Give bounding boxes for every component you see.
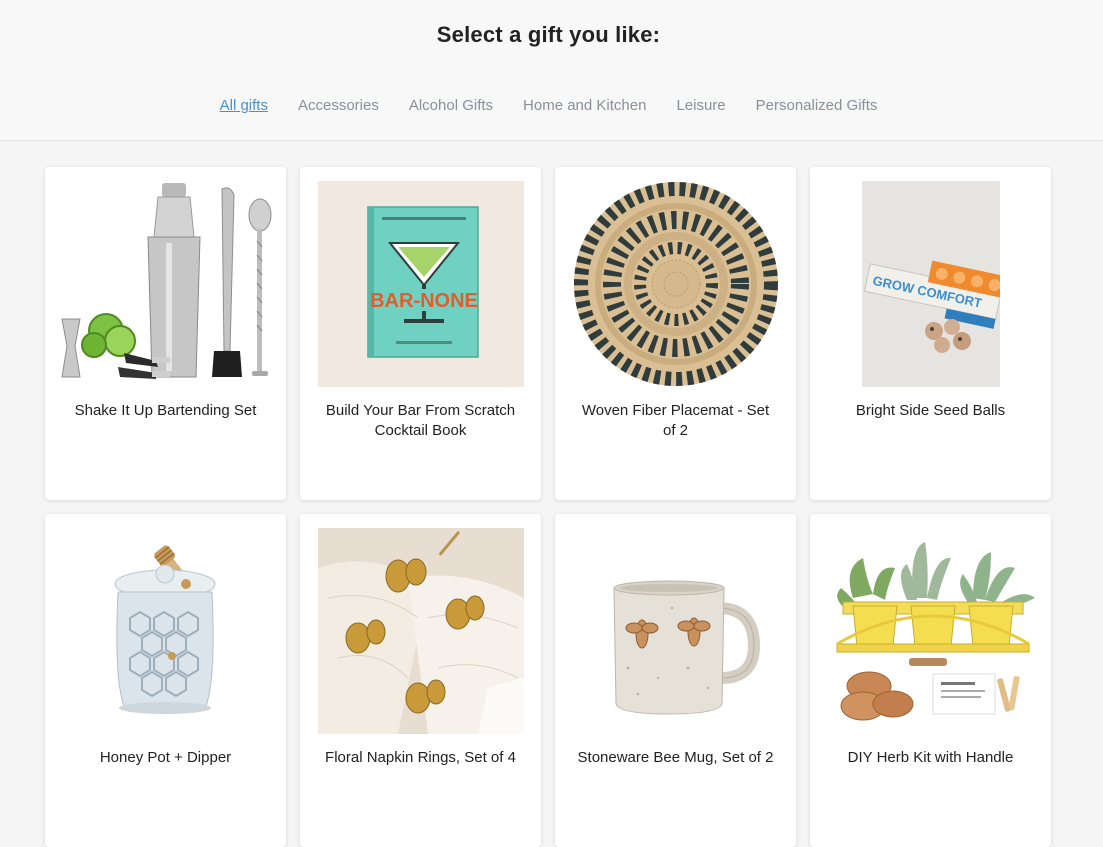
book-cover-title: BAR-NONE bbox=[370, 290, 478, 312]
product-card[interactable]: Stoneware Bee Mug, Set of 2 bbox=[555, 514, 796, 847]
page-title: Select a gift you like: bbox=[436, 22, 661, 47]
bee-mug-image bbox=[568, 528, 783, 734]
product-name: Bright Side Seed Balls bbox=[855, 402, 1006, 419]
product-name: Woven Fiber Placemat - Set of 2 bbox=[581, 402, 770, 439]
cocktail-book-image: BAR-NONE bbox=[313, 181, 528, 387]
tab-alcohol-gifts[interactable]: Alcohol Gifts bbox=[394, 96, 508, 116]
woven-placemat-image bbox=[568, 181, 783, 387]
product-card[interactable]: GROW COMFORT Bright Side Seed Balls bbox=[810, 167, 1051, 500]
product-name: DIY Herb Kit with Handle bbox=[847, 749, 1014, 766]
bartending-set-image bbox=[58, 181, 273, 387]
product-card[interactable]: DIY Herb Kit with Handle bbox=[810, 514, 1051, 847]
tab-home-and-kitchen[interactable]: Home and Kitchen bbox=[508, 96, 661, 116]
product-grid: Shake It Up Bartending Set BAR-NONE Buil… bbox=[45, 167, 1051, 847]
tab-all-gifts[interactable]: All gifts bbox=[205, 96, 283, 116]
herb-kit-image bbox=[823, 528, 1038, 734]
napkin-rings-image bbox=[313, 528, 528, 734]
product-card[interactable]: Woven Fiber Placemat - Set of 2 bbox=[555, 167, 796, 500]
tab-leisure[interactable]: Leisure bbox=[661, 96, 740, 116]
product-card[interactable]: Shake It Up Bartending Set bbox=[45, 167, 286, 500]
tab-personalized-gifts[interactable]: Personalized Gifts bbox=[741, 96, 893, 116]
tab-accessories[interactable]: Accessories bbox=[283, 96, 394, 116]
honey-pot-image bbox=[58, 528, 273, 734]
product-name: Honey Pot + Dipper bbox=[99, 749, 232, 766]
product-card[interactable]: Floral Napkin Rings, Set of 4 bbox=[300, 514, 541, 847]
product-name: Floral Napkin Rings, Set of 4 bbox=[325, 749, 516, 766]
category-tabs: All gifts Accessories Alcohol Gifts Home… bbox=[0, 96, 1097, 116]
product-name: Shake It Up Bartending Set bbox=[74, 402, 257, 419]
product-card[interactable]: Honey Pot + Dipper bbox=[45, 514, 286, 847]
seed-balls-image: GROW COMFORT bbox=[823, 181, 1038, 387]
product-name: Stoneware Bee Mug, Set of 2 bbox=[577, 749, 774, 766]
product-name: Build Your Bar From Scratch Cocktail Boo… bbox=[325, 402, 516, 439]
header: Select a gift you like: All gifts Access… bbox=[0, 0, 1103, 141]
product-card[interactable]: BAR-NONE Build Your Bar From Scratch Coc… bbox=[300, 167, 541, 500]
